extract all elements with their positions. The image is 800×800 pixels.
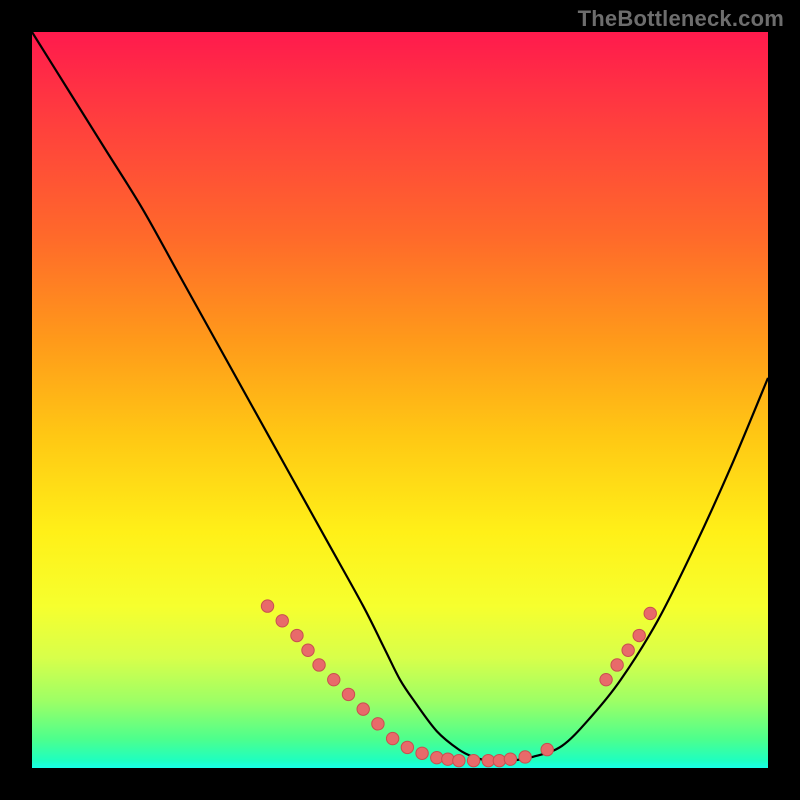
curve-marker [416, 747, 428, 759]
curve-marker [276, 615, 288, 627]
watermark-text: TheBottleneck.com [578, 6, 784, 32]
curve-marker [261, 600, 273, 612]
curve-marker [431, 751, 443, 763]
curve-marker [453, 754, 465, 766]
curve-path [32, 32, 768, 761]
curve-marker [504, 753, 516, 765]
bottleneck-curve [32, 32, 768, 761]
curve-marker [600, 673, 612, 685]
curve-marker [386, 732, 398, 744]
curve-markers [261, 600, 656, 767]
curve-marker [328, 673, 340, 685]
curve-marker [622, 644, 634, 656]
curve-marker [644, 607, 656, 619]
curve-marker [313, 659, 325, 671]
curve-marker [633, 629, 645, 641]
curve-marker [611, 659, 623, 671]
curve-marker [541, 743, 553, 755]
curve-marker [442, 753, 454, 765]
curve-marker [342, 688, 354, 700]
curve-marker [519, 751, 531, 763]
curve-marker [291, 629, 303, 641]
curve-marker [357, 703, 369, 715]
curve-marker [302, 644, 314, 656]
curve-marker [401, 741, 413, 753]
curve-marker [467, 754, 479, 766]
chart-frame: TheBottleneck.com [0, 0, 800, 800]
curve-marker [493, 754, 505, 766]
chart-plot-area [32, 32, 768, 768]
chart-svg [32, 32, 768, 768]
curve-marker [372, 718, 384, 730]
